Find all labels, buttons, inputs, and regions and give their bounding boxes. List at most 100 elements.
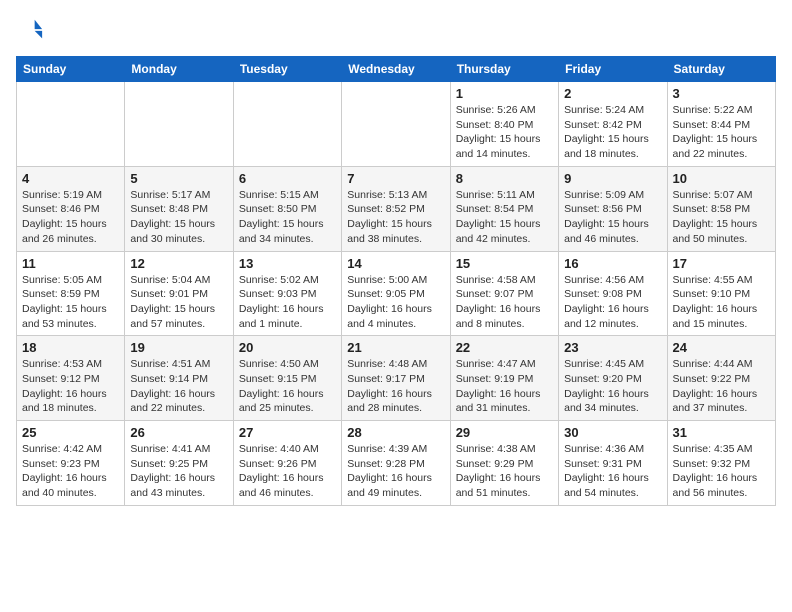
calendar-cell: 21Sunrise: 4:48 AM Sunset: 9:17 PM Dayli…	[342, 336, 450, 421]
day-number: 3	[673, 86, 770, 101]
day-number: 11	[22, 256, 119, 271]
calendar-cell: 25 Sunrise: 4:42 AM Sunset: 9:23 PM Dayli…	[17, 421, 125, 506]
calendar-cell: 13 Sunrise: 5:02 AM Sunset: 9:03 PM Dayli…	[233, 251, 341, 336]
calendar-cell: 17 Sunrise: 4:55 AM Sunset: 9:10 PM Dayli…	[667, 251, 775, 336]
day-detail: Sunrise: 4:45 AM Sunset: 9:20 PM Dayligh…	[564, 357, 661, 416]
day-number: 1	[456, 86, 553, 101]
day-number: 9	[564, 171, 661, 186]
calendar-cell: 15 Sunrise: 4:58 AM Sunset: 9:07 PM Dayli…	[450, 251, 558, 336]
calendar-week-row: 4 Sunrise: 5:19 AM Sunset: 8:46 PM Daylig…	[17, 166, 776, 251]
day-detail: Sunrise: 4:55 AM Sunset: 9:10 PM Dayligh…	[673, 273, 770, 332]
day-detail: Sunrise: 4:47 AM Sunset: 9:19 PM Dayligh…	[456, 357, 553, 416]
day-detail: Sunrise: 4:41 AM Sunset: 9:25 PM Dayligh…	[130, 442, 227, 501]
calendar-cell: 1 Sunrise: 5:26 AM Sunset: 8:40 PM Daylig…	[450, 82, 558, 167]
day-detail: Sunrise: 5:15 AM Sunset: 8:50 PM Dayligh…	[239, 188, 336, 247]
day-number: 8	[456, 171, 553, 186]
day-number: 2	[564, 86, 661, 101]
day-detail: Sunrise: 5:07 AM Sunset: 8:58 PM Dayligh…	[673, 188, 770, 247]
day-detail: Sunrise: 4:44 AM Sunset: 9:22 PM Dayligh…	[673, 357, 770, 416]
logo	[16, 16, 48, 44]
day-number: 24	[673, 340, 770, 355]
calendar-cell: 10 Sunrise: 5:07 AM Sunset: 8:58 PM Dayli…	[667, 166, 775, 251]
header-cell: Tuesday	[233, 57, 341, 82]
calendar-cell: 18 Sunrise: 4:53 AM Sunset: 9:12 PM Dayli…	[17, 336, 125, 421]
calendar-cell: 23 Sunrise: 4:45 AM Sunset: 9:20 PM Dayli…	[559, 336, 667, 421]
day-detail: Sunrise: 4:36 AM Sunset: 9:31 PM Dayligh…	[564, 442, 661, 501]
day-detail: Sunrise: 4:40 AM Sunset: 9:26 PM Dayligh…	[239, 442, 336, 501]
calendar-cell: 5 Sunrise: 5:17 AM Sunset: 8:48 PM Daylig…	[125, 166, 233, 251]
page-header	[16, 16, 776, 44]
day-number: 25	[22, 425, 119, 440]
calendar-cell: 8Sunrise: 5:11 AM Sunset: 8:54 PM Daylig…	[450, 166, 558, 251]
day-detail: Sunrise: 4:39 AM Sunset: 9:28 PM Dayligh…	[347, 442, 444, 501]
header-cell: Saturday	[667, 57, 775, 82]
day-detail: Sunrise: 4:48 AM Sunset: 9:17 PM Dayligh…	[347, 357, 444, 416]
day-detail: Sunrise: 5:04 AM Sunset: 9:01 PM Dayligh…	[130, 273, 227, 332]
day-detail: Sunrise: 5:17 AM Sunset: 8:48 PM Dayligh…	[130, 188, 227, 247]
day-number: 17	[673, 256, 770, 271]
header-row: SundayMondayTuesdayWednesdayThursdayFrid…	[17, 57, 776, 82]
calendar-cell: 29 Sunrise: 4:38 AM Sunset: 9:29 PM Dayli…	[450, 421, 558, 506]
day-detail: Sunrise: 5:19 AM Sunset: 8:46 PM Dayligh…	[22, 188, 119, 247]
calendar-cell: 22Sunrise: 4:47 AM Sunset: 9:19 PM Dayli…	[450, 336, 558, 421]
calendar-cell: 28 Sunrise: 4:39 AM Sunset: 9:28 PM Dayli…	[342, 421, 450, 506]
calendar-cell: 26 Sunrise: 4:41 AM Sunset: 9:25 PM Dayli…	[125, 421, 233, 506]
day-number: 19	[130, 340, 227, 355]
calendar-cell	[342, 82, 450, 167]
calendar-cell: 30Sunrise: 4:36 AM Sunset: 9:31 PM Dayli…	[559, 421, 667, 506]
calendar-week-row: 18 Sunrise: 4:53 AM Sunset: 9:12 PM Dayli…	[17, 336, 776, 421]
day-detail: Sunrise: 5:02 AM Sunset: 9:03 PM Dayligh…	[239, 273, 336, 332]
calendar-week-row: 1 Sunrise: 5:26 AM Sunset: 8:40 PM Daylig…	[17, 82, 776, 167]
day-detail: Sunrise: 4:38 AM Sunset: 9:29 PM Dayligh…	[456, 442, 553, 501]
day-number: 13	[239, 256, 336, 271]
calendar-cell: 20 Sunrise: 4:50 AM Sunset: 9:15 PM Dayli…	[233, 336, 341, 421]
day-detail: Sunrise: 5:00 AM Sunset: 9:05 PM Dayligh…	[347, 273, 444, 332]
day-number: 27	[239, 425, 336, 440]
day-number: 23	[564, 340, 661, 355]
calendar-cell: 24 Sunrise: 4:44 AM Sunset: 9:22 PM Dayli…	[667, 336, 775, 421]
calendar-cell: 11 Sunrise: 5:05 AM Sunset: 8:59 PM Dayli…	[17, 251, 125, 336]
header-cell: Thursday	[450, 57, 558, 82]
day-number: 26	[130, 425, 227, 440]
header-cell: Wednesday	[342, 57, 450, 82]
calendar-cell: 6 Sunrise: 5:15 AM Sunset: 8:50 PM Daylig…	[233, 166, 341, 251]
day-detail: Sunrise: 4:58 AM Sunset: 9:07 PM Dayligh…	[456, 273, 553, 332]
day-number: 28	[347, 425, 444, 440]
header-cell: Friday	[559, 57, 667, 82]
day-number: 14	[347, 256, 444, 271]
day-number: 20	[239, 340, 336, 355]
day-detail: Sunrise: 5:09 AM Sunset: 8:56 PM Dayligh…	[564, 188, 661, 247]
day-number: 4	[22, 171, 119, 186]
day-number: 31	[673, 425, 770, 440]
day-number: 7	[347, 171, 444, 186]
day-detail: Sunrise: 4:50 AM Sunset: 9:15 PM Dayligh…	[239, 357, 336, 416]
calendar-cell: 27 Sunrise: 4:40 AM Sunset: 9:26 PM Dayli…	[233, 421, 341, 506]
day-number: 18	[22, 340, 119, 355]
day-number: 15	[456, 256, 553, 271]
day-detail: Sunrise: 4:42 AM Sunset: 9:23 PM Dayligh…	[22, 442, 119, 501]
day-detail: Sunrise: 5:05 AM Sunset: 8:59 PM Dayligh…	[22, 273, 119, 332]
day-number: 10	[673, 171, 770, 186]
day-number: 6	[239, 171, 336, 186]
day-number: 5	[130, 171, 227, 186]
calendar-cell: 12Sunrise: 5:04 AM Sunset: 9:01 PM Dayli…	[125, 251, 233, 336]
header-cell: Monday	[125, 57, 233, 82]
calendar-cell	[17, 82, 125, 167]
calendar-week-row: 11 Sunrise: 5:05 AM Sunset: 8:59 PM Dayli…	[17, 251, 776, 336]
calendar-cell: 14 Sunrise: 5:00 AM Sunset: 9:05 PM Dayli…	[342, 251, 450, 336]
header-cell: Sunday	[17, 57, 125, 82]
calendar-cell: 2Sunrise: 5:24 AM Sunset: 8:42 PM Daylig…	[559, 82, 667, 167]
calendar-cell: 19Sunrise: 4:51 AM Sunset: 9:14 PM Dayli…	[125, 336, 233, 421]
logo-icon	[16, 16, 44, 44]
calendar-cell	[233, 82, 341, 167]
calendar-week-row: 25 Sunrise: 4:42 AM Sunset: 9:23 PM Dayli…	[17, 421, 776, 506]
calendar-cell: 16Sunrise: 4:56 AM Sunset: 9:08 PM Dayli…	[559, 251, 667, 336]
calendar-cell: 4 Sunrise: 5:19 AM Sunset: 8:46 PM Daylig…	[17, 166, 125, 251]
day-detail: Sunrise: 4:53 AM Sunset: 9:12 PM Dayligh…	[22, 357, 119, 416]
day-number: 29	[456, 425, 553, 440]
day-detail: Sunrise: 4:35 AM Sunset: 9:32 PM Dayligh…	[673, 442, 770, 501]
calendar-cell: 9 Sunrise: 5:09 AM Sunset: 8:56 PM Daylig…	[559, 166, 667, 251]
day-detail: Sunrise: 5:26 AM Sunset: 8:40 PM Dayligh…	[456, 103, 553, 162]
calendar-cell: 31 Sunrise: 4:35 AM Sunset: 9:32 PM Dayli…	[667, 421, 775, 506]
calendar-cell: 7Sunrise: 5:13 AM Sunset: 8:52 PM Daylig…	[342, 166, 450, 251]
